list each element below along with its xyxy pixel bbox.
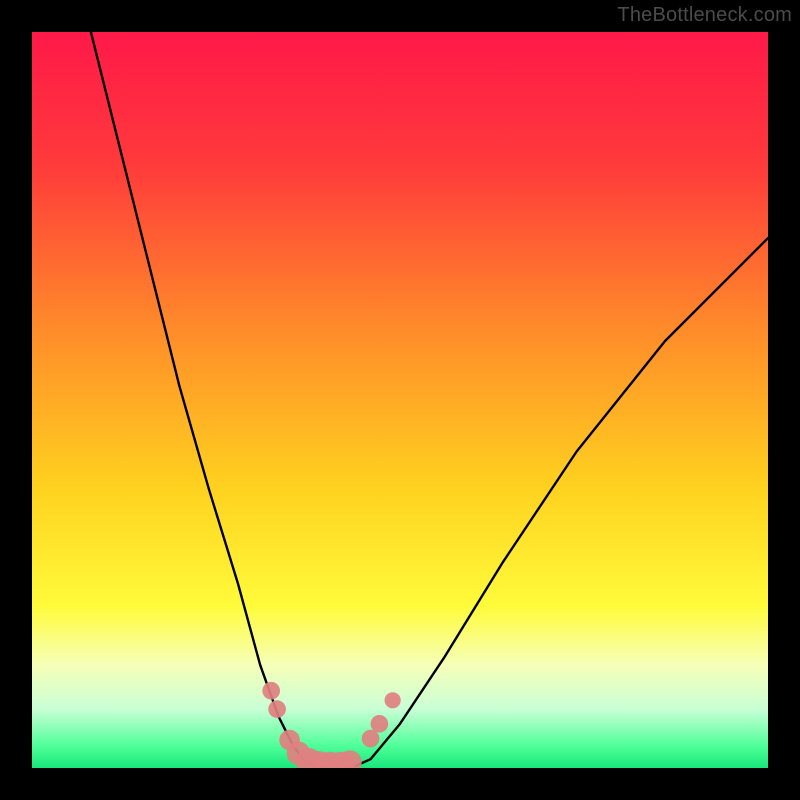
valley-marker (268, 700, 286, 718)
gradient-background (32, 32, 768, 768)
chart-svg (32, 32, 768, 768)
valley-marker (362, 730, 380, 748)
watermark-text: TheBottleneck.com (617, 4, 792, 27)
valley-marker (262, 682, 280, 700)
outer-frame: TheBottleneck.com (0, 0, 800, 800)
plot-area (32, 32, 768, 768)
valley-marker (385, 692, 401, 708)
valley-marker (371, 715, 389, 733)
